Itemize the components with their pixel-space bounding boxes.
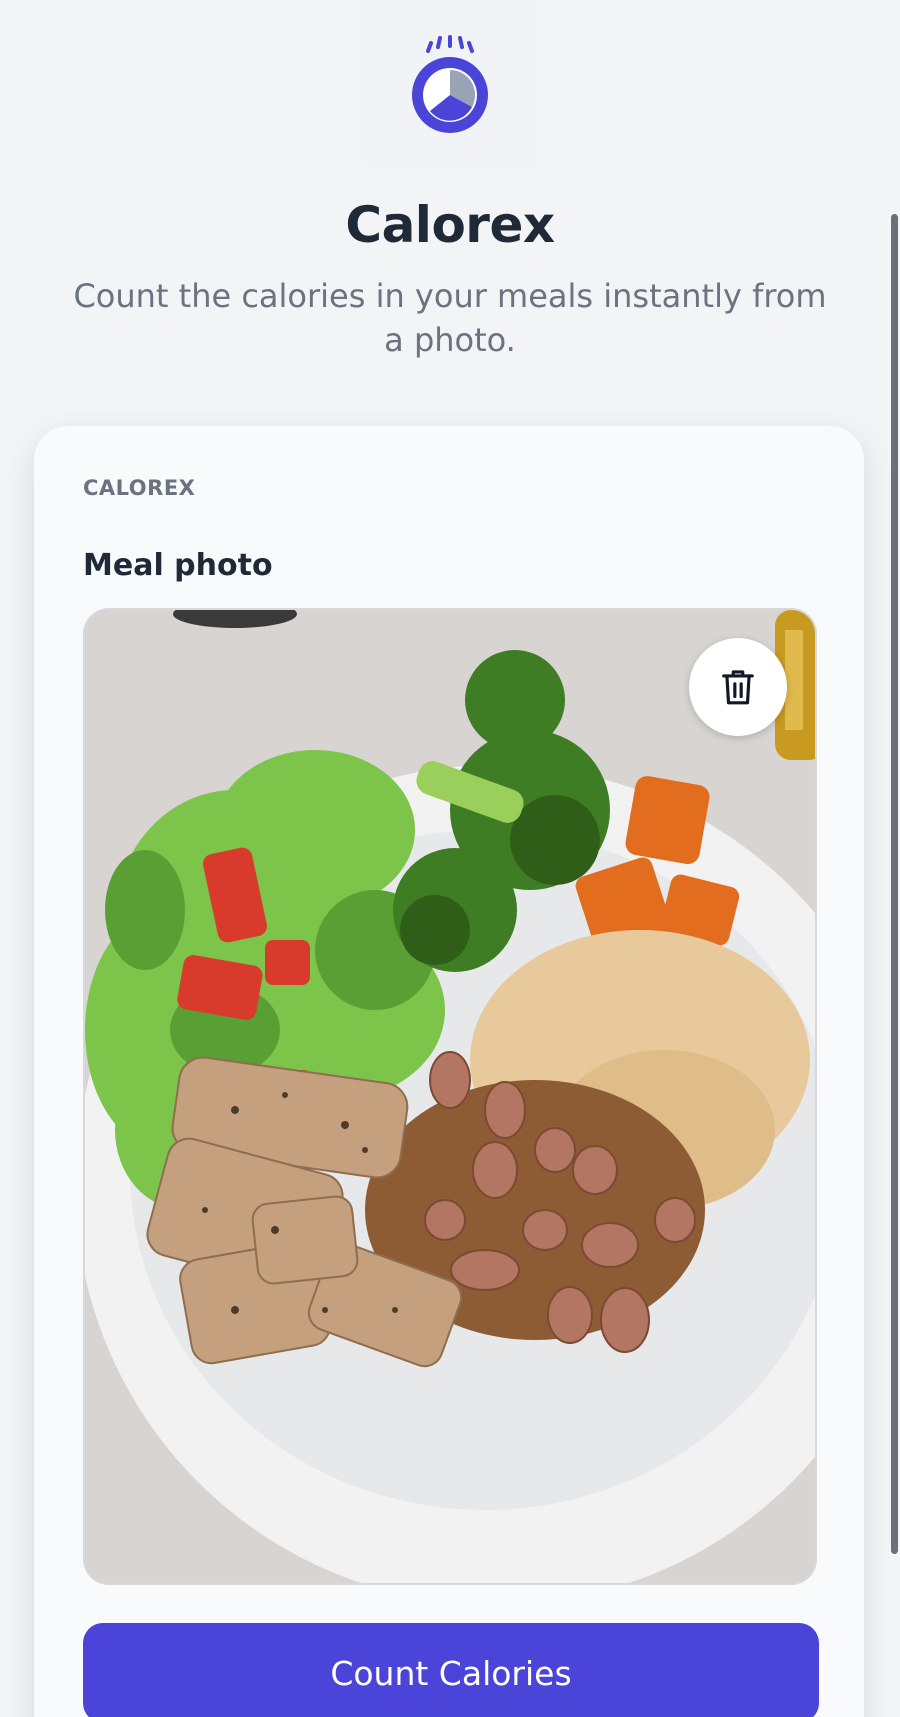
meal-photo-image — [85, 610, 815, 1583]
app-title: Calorex — [345, 196, 555, 254]
card-eyebrow: CALOREX — [83, 476, 196, 500]
trash-icon — [722, 670, 754, 705]
page: Calorex Count the calories in your meals… — [0, 0, 900, 1717]
count-calories-button[interactable]: Count Calories — [83, 1623, 819, 1717]
upload-card: CALOREX Meal photo Count Calories — [34, 426, 864, 1717]
logo-container — [360, 0, 540, 170]
scrollbar-thumb[interactable] — [891, 214, 898, 1554]
calorex-logo-icon — [412, 35, 488, 133]
delete-photo-button[interactable] — [689, 638, 787, 736]
app-subtitle: Count the calories in your meals instant… — [73, 277, 827, 359]
meal-photo-preview[interactable] — [83, 608, 817, 1585]
meal-photo-label: Meal photo — [83, 548, 273, 583]
